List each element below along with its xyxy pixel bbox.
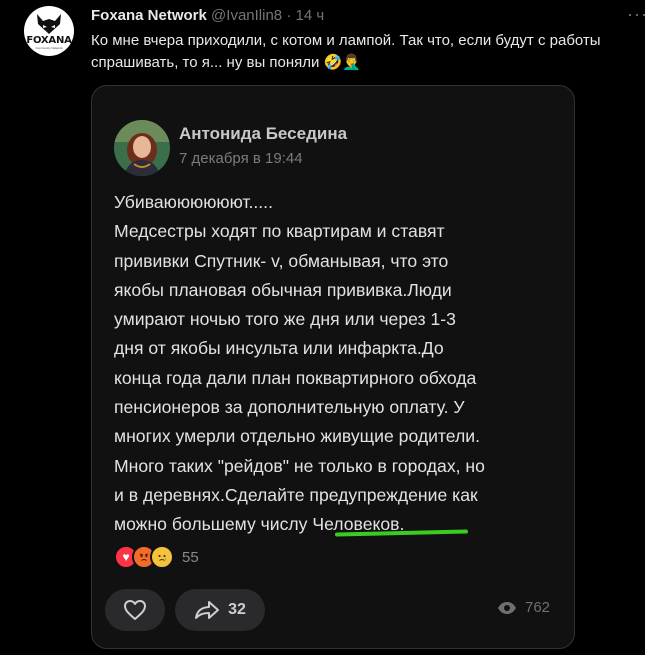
- portrait-photo-icon: [114, 120, 170, 176]
- views-count: 762: [525, 599, 551, 616]
- post-date: 7 декабря в 19:44: [179, 150, 303, 167]
- post-author-name[interactable]: Антонида Беседина: [179, 124, 347, 144]
- post-line: Медсестры ходят по квартирам и ставят: [114, 221, 445, 242]
- post-line: конца года дали план поквартирного обход…: [114, 367, 477, 388]
- embedded-post-card[interactable]: Антонида Беседина 7 декабря в 19:44 Убив…: [91, 85, 575, 649]
- tweet-timestamp[interactable]: 14 ч: [296, 7, 325, 24]
- post-line: якобы плановая обычная прививка.Люди: [114, 279, 452, 300]
- post-line: многих умерли отдельно живущие родители.: [114, 426, 480, 447]
- sad-face-icon: [150, 545, 174, 569]
- reactions-count: 55: [182, 548, 199, 566]
- share-arrow-icon: [195, 601, 220, 619]
- display-name[interactable]: Foxana Network: [91, 7, 207, 24]
- like-button[interactable]: [105, 589, 165, 631]
- post-line: Много таких "рейдов" не только в городах…: [114, 455, 485, 476]
- share-count: 32: [228, 601, 246, 618]
- views-counter: 762: [497, 599, 550, 616]
- post-line: и в деревнях.Сделайте предупреждение как: [114, 484, 478, 505]
- post-line: дня от якобы инсульта или инфаркта.До: [114, 338, 444, 359]
- post-body: Убиваюююююют..... Медсестры ходят по ква…: [114, 188, 564, 540]
- more-options-icon[interactable]: ···: [627, 4, 645, 25]
- post-line: пенсионеров за дополнительную оплату. У: [114, 397, 465, 418]
- avatar-brand: FOXANA: [26, 34, 72, 46]
- separator-dot: ·: [286, 7, 292, 24]
- tweet-header: Foxana Network @IvanIlin8 · 14 ч: [91, 6, 324, 26]
- author-avatar[interactable]: FOXANA Community Network: [24, 6, 74, 56]
- eye-icon: [498, 601, 516, 614]
- post-line: прививки Спутник- v, обманывая, что это: [114, 250, 449, 271]
- tweet-text: Ко мне вчера приходили, с котом и лампой…: [91, 30, 611, 74]
- post-line: умирают ночью того же дня или через 1-3: [114, 309, 456, 330]
- post-author-avatar: [114, 120, 170, 176]
- user-handle[interactable]: @IvanIlin8: [211, 7, 282, 24]
- fox-logo-icon: [37, 13, 61, 34]
- reactions-summary[interactable]: ♥ 55: [114, 545, 199, 569]
- heart-outline-icon: [124, 600, 146, 620]
- tweet-emojis: 🤣🤦‍♂️: [323, 54, 361, 71]
- post-line: Убиваюююююют.....: [114, 192, 273, 212]
- share-button[interactable]: 32: [175, 589, 265, 631]
- avatar-tagline: Community Network: [35, 45, 63, 50]
